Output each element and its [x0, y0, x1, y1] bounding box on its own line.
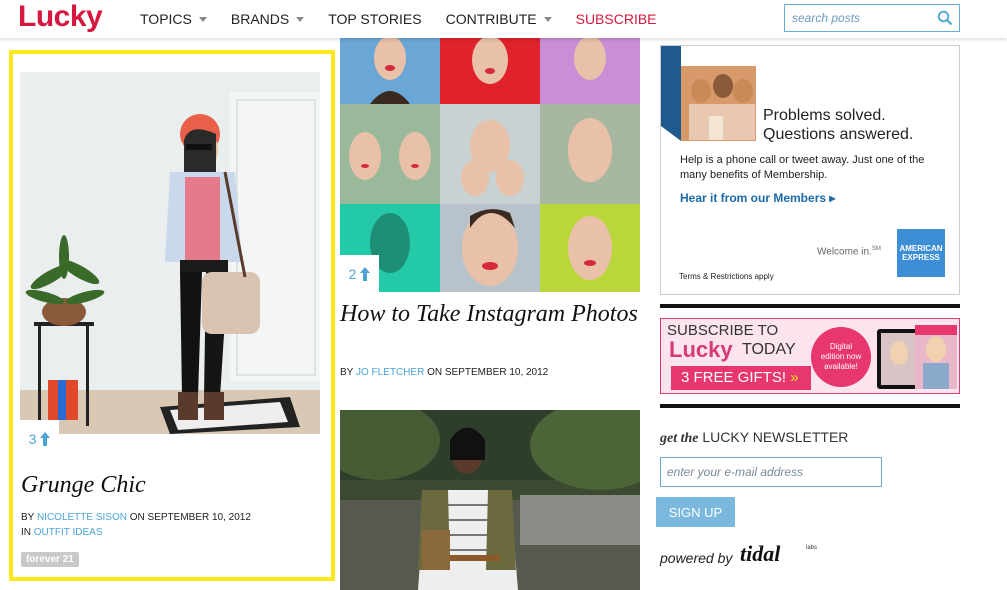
- subscribe-ad-today: TODAY: [742, 341, 796, 358]
- byline-by: BY: [340, 367, 354, 378]
- magazine-cover-image: [877, 325, 957, 389]
- ad-photo-image: [661, 46, 756, 141]
- chevron-down-icon: [198, 17, 207, 22]
- nav-contribute-label: CONTRIBUTE: [445, 11, 537, 27]
- site-logo[interactable]: Lucky: [18, 0, 103, 34]
- search-box: [784, 4, 960, 32]
- chevron-down-icon: [296, 17, 305, 22]
- featured-post-photo[interactable]: [20, 72, 320, 434]
- tidal-logo[interactable]: tidal: [740, 541, 780, 567]
- reblog-count-badge[interactable]: 2: [340, 255, 379, 292]
- nav-brands[interactable]: BRANDS: [230, 11, 305, 27]
- subscribe-ad-brand: Lucky: [669, 337, 733, 362]
- amex-logo-line2: EXPRESS: [902, 253, 940, 262]
- ad-headline-line2: Questions answered.: [763, 126, 914, 143]
- site-header: Lucky TOPICS BRANDS TOP STORIES CONTRIBU…: [0, 0, 1007, 38]
- newsletter-title-rest: LUCKY NEWSLETTER: [702, 429, 849, 445]
- arrow-up-icon: [40, 432, 51, 446]
- post-date: ON SEPTEMBER 10, 2012: [427, 367, 549, 378]
- post-date: ON SEPTEMBER 10, 2012: [129, 512, 251, 523]
- ad-terms-text: Terms & Restrictions apply: [679, 272, 774, 281]
- reblog-count: 3: [28, 431, 37, 447]
- byline-in: IN: [21, 527, 31, 538]
- amex-membership-ad[interactable]: Problems solved. Questions answered. Hel…: [660, 45, 960, 295]
- ad-headline: Problems solved. Questions answered.: [763, 106, 913, 144]
- byline-by: BY: [21, 512, 35, 523]
- author-link[interactable]: NICOLETTE SISON: [37, 512, 127, 523]
- service-mark: SM: [871, 246, 881, 252]
- instagram-collage-image: [340, 38, 640, 292]
- nav-subscribe-label: SUBSCRIBE: [575, 11, 657, 27]
- outfit-photo-image: [340, 410, 640, 590]
- free-gifts-banner: 3 FREE GIFTS! »: [671, 366, 811, 390]
- featured-post-title[interactable]: Grunge Chic: [21, 472, 146, 499]
- subscribe-ad[interactable]: SUBSCRIBE TO Lucky TODAY 3 FREE GIFTS! »…: [660, 318, 960, 394]
- chevron-down-icon: [543, 17, 552, 22]
- newsletter-title-prefix: get the: [660, 431, 699, 446]
- nav-top-stories[interactable]: TOP STORIES: [328, 11, 421, 27]
- reblog-count: 2: [348, 266, 357, 282]
- outfit-photo-image: [20, 72, 320, 434]
- nav-contribute[interactable]: CONTRIBUTE: [446, 11, 552, 27]
- chevron-right-icon: ▸: [829, 191, 836, 205]
- free-gifts-label: 3 FREE GIFTS!: [681, 369, 787, 386]
- nav-subscribe[interactable]: SUBSCRIBE: [576, 11, 657, 27]
- search-input[interactable]: [785, 5, 925, 31]
- email-field[interactable]: [660, 457, 882, 487]
- instagram-post-title[interactable]: How to Take Instagram Photos: [340, 301, 640, 327]
- ad-members-link[interactable]: Hear it from our Members ▸: [680, 191, 835, 205]
- digital-edition-line1: Digital: [829, 342, 853, 351]
- nav-topics[interactable]: TOPICS: [140, 11, 207, 27]
- ad-members-link-label: Hear it from our Members: [680, 191, 827, 205]
- brand-tag[interactable]: forever 21: [21, 552, 79, 567]
- powered-by-label: powered by: [660, 550, 733, 566]
- ad-body-text: Help is a phone call or tweet away. Just…: [680, 154, 925, 181]
- search-icon[interactable]: [937, 10, 953, 26]
- nav-topics-label: TOPICS: [140, 11, 192, 27]
- author-link[interactable]: JO FLETCHER: [356, 367, 424, 378]
- ad-headline-line1: Problems solved.: [763, 107, 886, 124]
- amex-logo: AMERICAN EXPRESS: [897, 229, 945, 277]
- double-chevron-right-icon: »: [790, 369, 799, 386]
- main-nav: TOPICS BRANDS TOP STORIES CONTRIBUTE SUB…: [140, 11, 681, 27]
- amex-logo-line1: AMERICAN: [899, 244, 943, 253]
- ad-welcome-label: Welcome in.: [817, 246, 872, 258]
- instagram-post-byline: BY JO FLETCHER ON SEPTEMBER 10, 2012: [340, 365, 548, 380]
- featured-post-byline: BY NICOLETTE SISON ON SEPTEMBER 10, 2012…: [21, 510, 251, 540]
- newsletter-title: get the LUCKY NEWSLETTER: [660, 429, 848, 447]
- divider: [660, 304, 960, 308]
- digital-edition-line2: edition now: [820, 352, 862, 361]
- divider: [660, 404, 960, 408]
- arrow-up-icon: [360, 267, 371, 281]
- featured-post-card[interactable]: 3 Grunge Chic BY NICOLETTE SISON ON SEPT…: [9, 50, 335, 581]
- ad-welcome-text: Welcome in.SM: [817, 246, 881, 257]
- nav-brands-label: BRANDS: [230, 11, 290, 27]
- instagram-post-photo[interactable]: 2: [340, 38, 640, 292]
- digital-edition-line3: available!: [824, 362, 858, 371]
- reblog-count-badge[interactable]: 3: [20, 420, 59, 458]
- digital-edition-badge: Digital edition now available!: [811, 327, 871, 387]
- sign-up-button[interactable]: SIGN UP: [656, 497, 735, 527]
- tidal-labs-label: labs: [806, 545, 818, 551]
- outfit-post-photo[interactable]: [340, 410, 640, 590]
- category-link[interactable]: OUTFIT IDEAS: [34, 527, 103, 538]
- nav-top-stories-label: TOP STORIES: [328, 11, 422, 27]
